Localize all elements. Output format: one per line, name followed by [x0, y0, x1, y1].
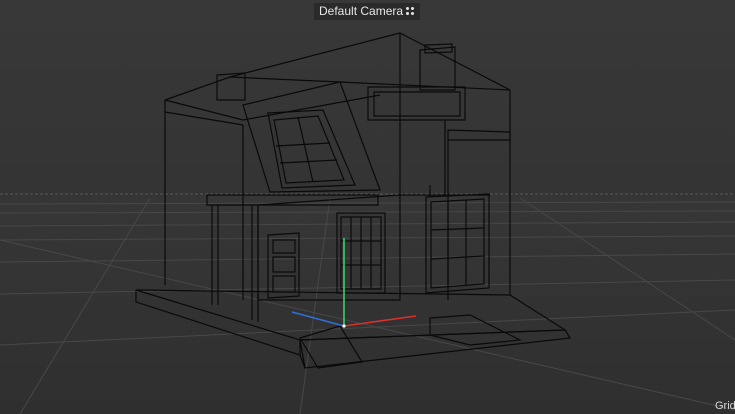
camera-name-label: Default Camera: [319, 4, 404, 18]
camera-options-icon[interactable]: [406, 7, 415, 16]
axis-x-line: [343, 315, 417, 327]
grid-label: Grid: [715, 400, 735, 412]
camera-menu-button[interactable]: Default Camera: [314, 3, 421, 20]
axis-z-line: [291, 311, 345, 327]
3d-viewport[interactable]: Default Camera Grid: [0, 0, 735, 414]
floor-grid: [0, 193, 735, 414]
axis-origin: [342, 324, 346, 328]
axis-gizmo[interactable]: [291, 238, 417, 328]
house-wireframe[interactable]: [135, 32, 572, 369]
viewport-scene[interactable]: [0, 0, 735, 414]
